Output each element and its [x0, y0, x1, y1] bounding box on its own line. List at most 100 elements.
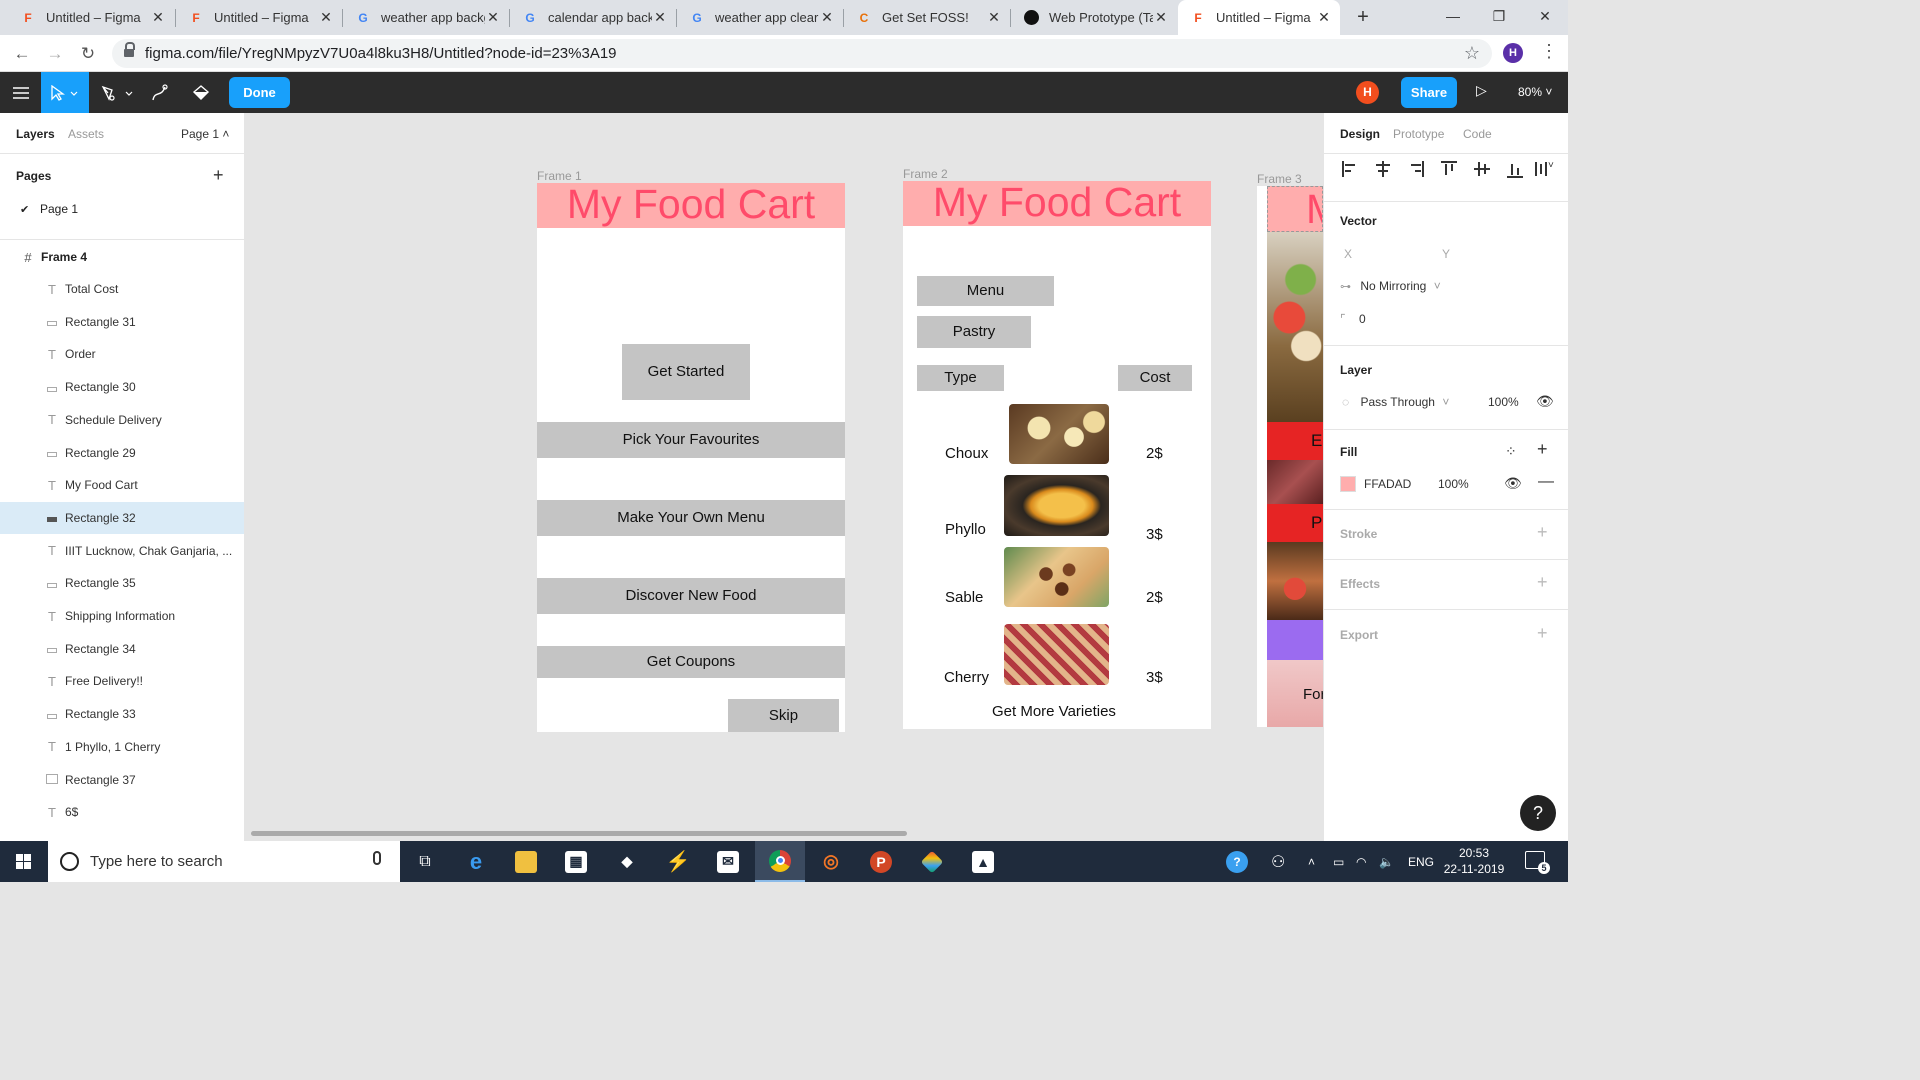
- bookmark-star-icon[interactable]: ☆: [1464, 43, 1480, 64]
- item-cost[interactable]: 2$: [1146, 589, 1163, 606]
- jupyter-icon[interactable]: ◎: [806, 841, 856, 882]
- page-item[interactable]: ✔ Page 1: [20, 202, 78, 216]
- layer-item[interactable]: T 6$: [0, 796, 244, 828]
- layer-item[interactable]: T 1 Phyllo, 1 Cherry: [0, 731, 244, 763]
- pen-tool-icon[interactable]: [97, 72, 139, 113]
- present-play-icon[interactable]: ▷: [1476, 82, 1487, 99]
- language-indicator[interactable]: ENG: [1408, 841, 1434, 882]
- styles-grid-icon[interactable]: ⁘: [1505, 443, 1517, 460]
- horizontal-scrollbar[interactable]: [251, 831, 907, 836]
- distribute-icon[interactable]: ˅: [1534, 159, 1560, 179]
- get-started-button[interactable]: Get Started: [622, 344, 750, 400]
- maximize-icon[interactable]: ❐: [1476, 0, 1522, 35]
- layer-item[interactable]: Rectangle 37: [0, 764, 244, 796]
- corner-radius-field[interactable]: ⌜ 0: [1340, 312, 1366, 326]
- item-cost[interactable]: 3$: [1146, 669, 1163, 686]
- more-options-icon[interactable]: ⋮: [1540, 41, 1558, 62]
- add-fill-icon[interactable]: +: [1537, 439, 1548, 460]
- powerpoint-icon[interactable]: P: [856, 841, 906, 882]
- edge-icon[interactable]: e: [451, 841, 501, 882]
- done-button[interactable]: Done: [229, 77, 290, 108]
- pick-favourites-button[interactable]: Pick Your Favourites: [537, 422, 845, 458]
- frame-label[interactable]: Frame 2: [903, 167, 948, 181]
- get-coupons-button[interactable]: Get Coupons: [537, 646, 845, 678]
- align-horizontal-center-icon[interactable]: [1373, 159, 1393, 179]
- design-canvas[interactable]: Frame 1 My Food Cart Get Started Pick Yo…: [245, 113, 1323, 841]
- fill-opacity-field[interactable]: 100%: [1438, 477, 1469, 491]
- volume-icon[interactable]: 🔈: [1379, 841, 1394, 882]
- tab-prototype[interactable]: Prototype: [1393, 127, 1444, 141]
- tab-layers[interactable]: Layers: [16, 127, 55, 141]
- frame3-text-fragment[interactable]: E: [1267, 422, 1323, 460]
- user-avatar[interactable]: H: [1356, 81, 1379, 104]
- layer-frame-4[interactable]: # Frame 4: [0, 241, 244, 273]
- close-tab-icon[interactable]: ✕: [485, 9, 501, 26]
- browser-tab[interactable]: G weather app clear ✕: [677, 0, 843, 35]
- forward-icon[interactable]: →: [42, 41, 68, 67]
- align-top-icon[interactable]: [1439, 159, 1459, 179]
- type-header[interactable]: Type: [917, 365, 1004, 391]
- add-page-icon[interactable]: +: [213, 165, 224, 186]
- close-window-icon[interactable]: ✕: [1522, 0, 1568, 35]
- pencil-tool-icon[interactable]: [145, 72, 175, 113]
- app-icon[interactable]: [907, 841, 957, 882]
- page-selector[interactable]: Page 1 ˄: [181, 127, 229, 141]
- tab-assets[interactable]: Assets: [68, 127, 104, 141]
- paint-bucket-icon[interactable]: [186, 72, 216, 113]
- browser-tab[interactable]: F Untitled – Figma ✕: [176, 0, 342, 35]
- layer-item[interactable]: T IIIT Lucknow, Chak Ganjaria, ...: [0, 535, 244, 567]
- layer-item[interactable]: T Free Delivery!!: [0, 665, 244, 697]
- layer-item[interactable]: Rectangle 31: [0, 306, 244, 338]
- frame3-text-fragment[interactable]: Forgo: [1267, 660, 1323, 727]
- layer-item[interactable]: Rectangle 34: [0, 633, 244, 665]
- close-tab-icon[interactable]: ✕: [150, 9, 166, 26]
- reload-icon[interactable]: ↻: [75, 41, 101, 67]
- new-tab-icon[interactable]: +: [1352, 6, 1374, 28]
- layer-item[interactable]: Rectangle 30: [0, 371, 244, 403]
- browser-tab[interactable]: F Untitled – Figma ✕: [8, 0, 174, 35]
- align-right-icon[interactable]: [1406, 159, 1426, 179]
- task-view-icon[interactable]: ⧉: [400, 841, 450, 882]
- eye-icon[interactable]: 👁: [1536, 393, 1554, 410]
- chevron-up-icon[interactable]: ˄: [1308, 841, 1315, 882]
- layer-item[interactable]: T Schedule Delivery: [0, 404, 244, 436]
- layer-item[interactable]: T Total Cost: [0, 273, 244, 305]
- frame-1[interactable]: My Food Cart Get Started Pick Your Favou…: [537, 183, 845, 732]
- sable-image[interactable]: [1004, 547, 1109, 607]
- frame-label[interactable]: Frame 3: [1257, 172, 1302, 186]
- layer-item[interactable]: Rectangle 32: [0, 501, 244, 534]
- browser-tab[interactable]: Web Prototype (Ta ✕: [1011, 0, 1177, 35]
- fill-color-swatch[interactable]: [1340, 476, 1356, 492]
- layer-item[interactable]: T Shipping Information: [0, 600, 244, 632]
- layer-item[interactable]: T My Food Cart: [0, 469, 244, 501]
- main-menu-icon[interactable]: [0, 72, 41, 113]
- align-bottom-icon[interactable]: [1505, 159, 1525, 179]
- battery-icon[interactable]: ▭: [1333, 841, 1344, 882]
- share-button[interactable]: Share: [1401, 77, 1457, 108]
- cherry-image[interactable]: [1004, 624, 1109, 685]
- pastry-label[interactable]: Pastry: [917, 316, 1031, 348]
- zoom-dropdown[interactable]: 80% ˅: [1518, 85, 1552, 99]
- item-name[interactable]: Sable: [945, 589, 983, 606]
- item-name[interactable]: Choux: [945, 445, 988, 462]
- choux-image[interactable]: [1009, 404, 1109, 464]
- layer-item[interactable]: T Order: [0, 338, 244, 370]
- file-explorer-icon[interactable]: [501, 841, 551, 882]
- browser-tab-active[interactable]: F Untitled – Figma ✕: [1178, 0, 1340, 35]
- close-tab-icon[interactable]: ✕: [819, 9, 835, 26]
- notification-icon[interactable]: 5: [1525, 851, 1550, 874]
- y-field[interactable]: Y: [1442, 247, 1450, 261]
- wifi-icon[interactable]: ◠: [1356, 841, 1366, 882]
- browser-tab[interactable]: C Get Set FOSS! ✕: [844, 0, 1010, 35]
- item-name[interactable]: Phyllo: [945, 521, 986, 538]
- layer-item[interactable]: Rectangle 29: [0, 437, 244, 469]
- close-tab-icon[interactable]: ✕: [1316, 9, 1332, 26]
- layer-opacity-field[interactable]: 100%: [1488, 395, 1519, 409]
- close-tab-icon[interactable]: ✕: [986, 9, 1002, 26]
- move-tool-icon[interactable]: [41, 72, 89, 113]
- eye-icon[interactable]: 👁: [1504, 475, 1522, 492]
- microphone-icon[interactable]: [373, 851, 381, 865]
- taskbar-search-field[interactable]: Type here to search: [48, 841, 400, 882]
- remove-fill-icon[interactable]: —: [1538, 473, 1554, 491]
- minimize-icon[interactable]: —: [1430, 0, 1476, 35]
